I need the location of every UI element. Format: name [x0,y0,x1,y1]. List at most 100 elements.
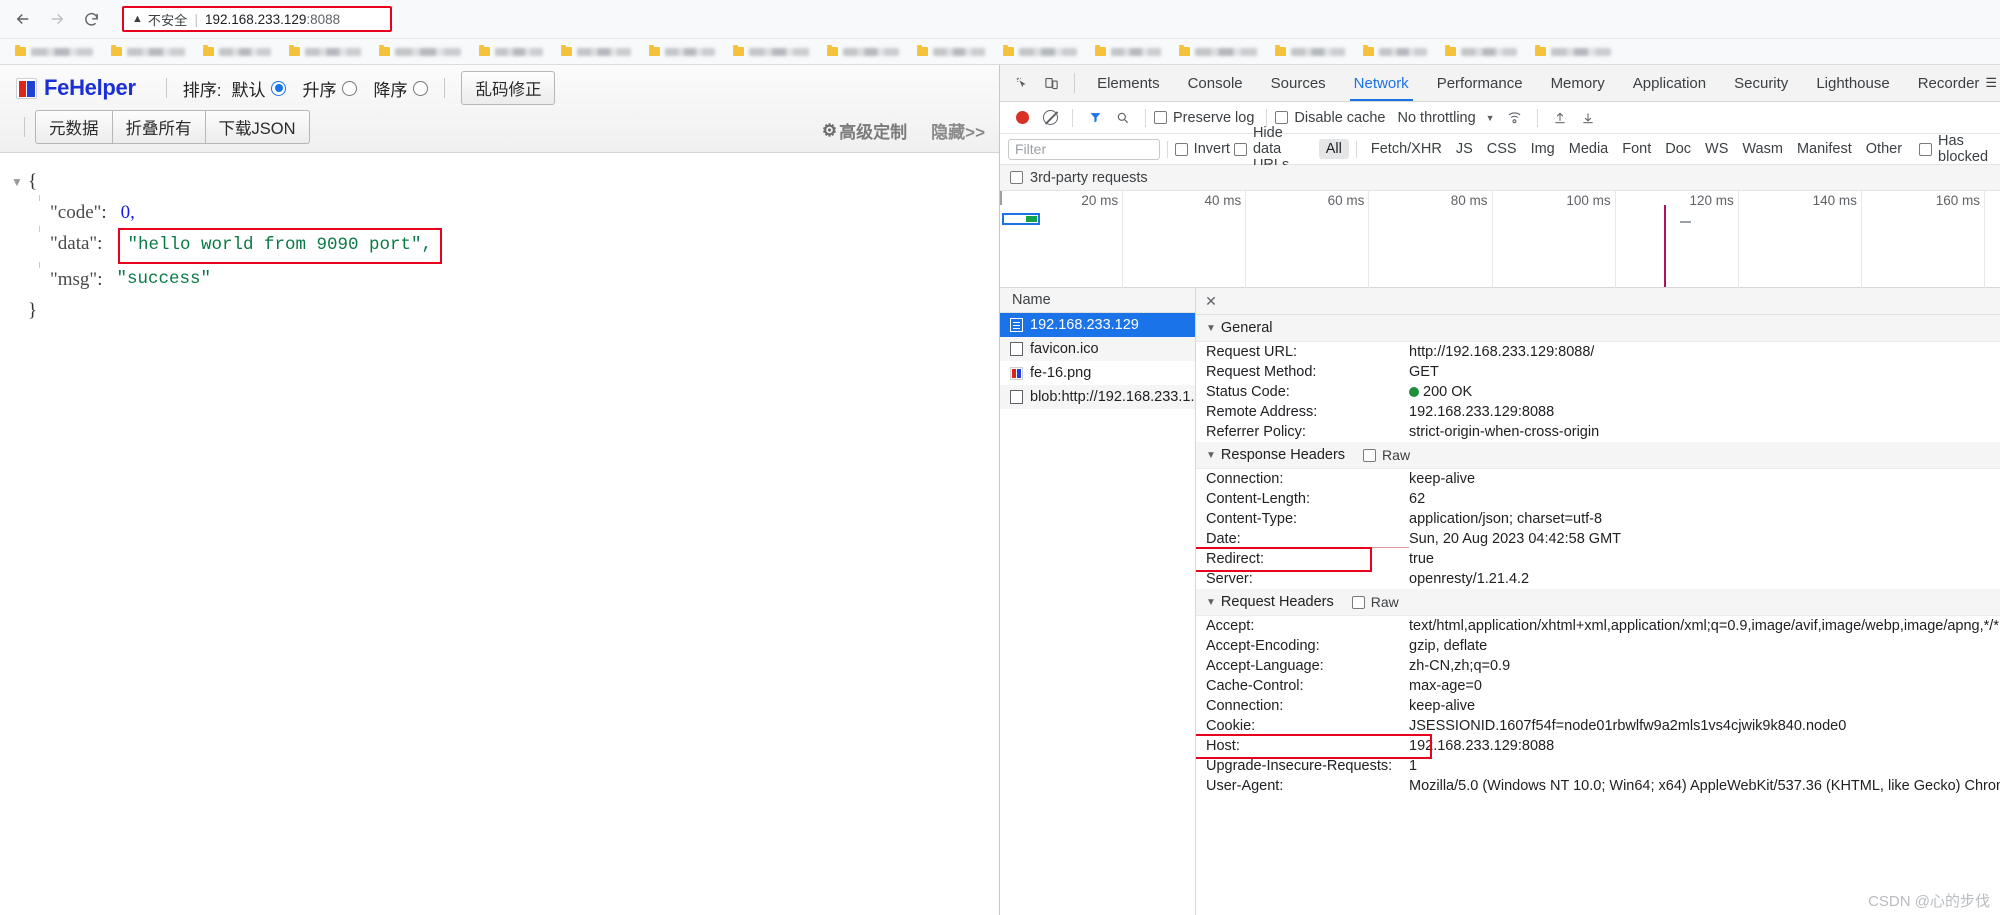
type-filter-fetch-xhr[interactable]: Fetch/XHR [1364,139,1449,159]
back-icon[interactable] [8,4,38,34]
bookmark-item[interactable] [102,41,194,63]
omnibox-url[interactable]: 192.168.233.129:8088 [205,12,340,27]
folder-icon [917,45,928,56]
tab-console[interactable]: Console [1174,65,1257,101]
tab-lighthouse[interactable]: Lighthouse [1802,65,1903,101]
tab-security[interactable]: Security [1720,65,1802,101]
request-row[interactable]: fe-16.png [1000,361,1195,385]
section-header-response-headers[interactable]: ▼ Response Headers Raw [1196,442,2000,469]
fehelper-button-3[interactable]: 下载JSON [205,110,310,144]
type-filter-doc[interactable]: Doc [1658,139,1698,159]
wifi-settings-icon[interactable] [1501,104,1529,132]
type-filter-img[interactable]: Img [1524,139,1562,159]
bookmark-item[interactable] [1266,41,1354,63]
raw-toggle[interactable]: Raw [1351,594,1399,610]
bookmark-item[interactable] [194,41,280,63]
clear-icon[interactable] [1036,104,1064,132]
fix-encoding-button[interactable]: 乱码修正 [461,71,556,105]
header-value: true [1409,551,1434,567]
request-row[interactable]: 192.168.233.129 [1000,313,1195,337]
tab-network[interactable]: Network [1340,65,1423,101]
tab-elements[interactable]: Elements [1083,65,1174,101]
triangle-down-icon[interactable]: ▼ [1206,450,1216,461]
throttling-dropdown[interactable]: No throttling ▼ [1397,110,1494,126]
request-row[interactable]: blob:http://192.168.233.1... [1000,385,1195,409]
sort-option-2[interactable]: 升序 [302,76,358,101]
tab-application[interactable]: Application [1619,65,1720,101]
bookmark-item[interactable] [1170,41,1266,63]
bookmark-item[interactable] [1354,41,1436,63]
triangle-down-icon[interactable]: ▼ [6,167,28,192]
bookmark-label [1195,47,1257,56]
filter-funnel-icon[interactable] [1081,104,1109,132]
request-name: 192.168.233.129 [1030,317,1139,333]
fehelper-brand[interactable]: FeHelper [16,75,136,101]
bookmark-item[interactable] [1086,41,1170,63]
sort-option-3[interactable]: 降序 [373,76,429,101]
has-blocked-label: Has blocked [1938,133,1989,165]
radio-button[interactable] [413,80,429,96]
bookmark-item[interactable] [1436,41,1526,63]
type-filter-manifest[interactable]: Manifest [1790,139,1859,159]
third-party-requests-row[interactable]: 3rd-party requests [1000,165,2000,191]
request-list-header[interactable]: Name [1000,288,1195,313]
upload-arrow-icon[interactable] [1546,104,1574,132]
checkbox-box[interactable] [1010,171,1023,184]
type-filter-font[interactable]: Font [1615,139,1658,159]
triangle-down-icon[interactable]: ▼ [1206,597,1216,608]
type-filter-media[interactable]: Media [1562,139,1616,159]
tab-memory[interactable]: Memory [1537,65,1619,101]
bookmark-item[interactable] [640,41,724,63]
advanced-settings-link[interactable]: ⚙ 高级定制 [822,118,907,143]
inspect-element-icon[interactable] [1008,65,1037,101]
bookmark-item[interactable] [994,41,1086,63]
type-filter-js[interactable]: JS [1449,139,1480,159]
radio-button[interactable] [342,80,358,96]
fehelper-button-2[interactable]: 折叠所有 [112,110,206,144]
section-header-general[interactable]: ▼ General [1196,315,2000,342]
download-arrow-icon[interactable] [1574,104,1602,132]
network-filter-bar: Invert Hide data URLs AllFetch/XHRJSCSSI… [1000,125,2000,173]
raw-toggle[interactable]: Raw [1363,447,1410,463]
tab-label: Console [1187,74,1243,92]
hide-toolbar-link[interactable]: 隐藏>> [931,118,985,143]
preserve-log-checkbox[interactable]: Preserve log [1154,110,1254,126]
bookmark-item[interactable] [1526,41,1620,63]
sort-option-1[interactable]: 默认 [231,76,287,101]
disable-cache-checkbox[interactable]: Disable cache [1275,110,1385,126]
invert-checkbox[interactable]: Invert [1174,141,1230,157]
section-header-request-headers[interactable]: ▼ Request Headers Raw [1196,589,2000,616]
fehelper-button-1[interactable]: 元数据 [35,110,113,144]
tab-recorder[interactable]: Recorder ☰ [1904,65,2000,101]
device-toolbar-icon[interactable] [1037,65,1066,101]
tab-sources[interactable]: Sources [1257,65,1340,101]
request-row[interactable]: favicon.ico [1000,337,1195,361]
bookmark-item[interactable] [908,41,994,63]
network-overview-timeline[interactable]: 20 ms 40 ms 60 ms 80 ms 100 ms 120 ms 140 ms 16… [1000,191,2000,288]
tab-performance[interactable]: Performance [1423,65,1537,101]
bookmark-item[interactable] [6,41,102,63]
triangle-down-icon[interactable]: ▼ [1206,323,1216,334]
type-filter-wasm[interactable]: Wasm [1735,139,1790,159]
bookmark-item[interactable] [470,41,552,63]
type-filter-css[interactable]: CSS [1480,139,1524,159]
has-blocked-checkbox[interactable]: Has blocked [1919,133,1988,165]
reload-icon[interactable] [76,4,106,34]
bookmark-item[interactable] [370,41,470,63]
type-filter-other[interactable]: Other [1859,139,1909,159]
bookmark-item[interactable] [280,41,370,63]
bookmark-item[interactable] [724,41,818,63]
filter-input[interactable] [1008,138,1160,160]
radio-button[interactable] [271,80,287,96]
json-rows: "code":0, "data": "hello world from 9090 p… [0,194,999,296]
type-filter-ws[interactable]: WS [1698,139,1735,159]
type-filter-all[interactable]: All [1318,139,1349,159]
close-icon[interactable]: ✕ [1196,288,1226,314]
record-stop-icon[interactable] [1008,104,1036,132]
bookmark-item[interactable] [552,41,640,63]
bookmark-item[interactable] [818,41,908,63]
security-label[interactable]: 不安全 [148,10,188,29]
search-icon[interactable] [1109,104,1137,132]
address-bar[interactable]: ▲ 不安全 | 192.168.233.129:8088 [122,6,392,32]
divider [1536,108,1538,127]
